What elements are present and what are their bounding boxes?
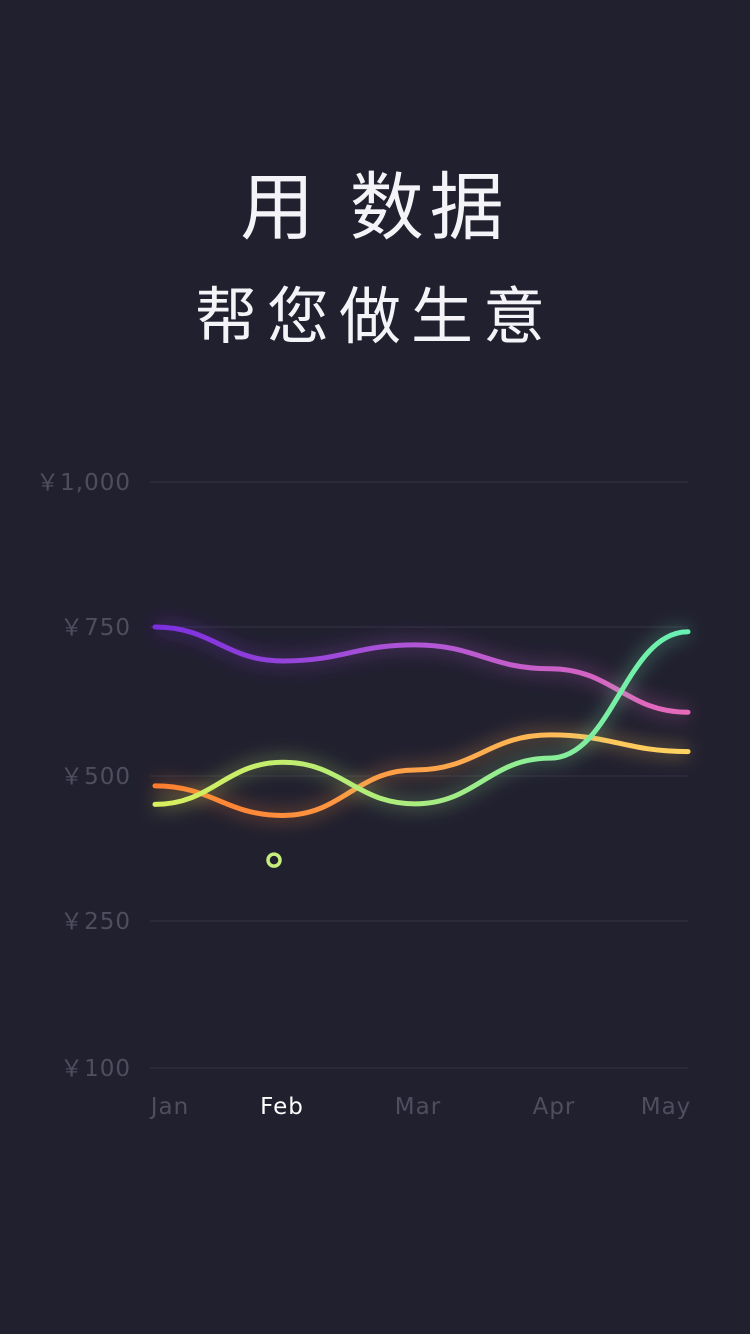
x-tick-label[interactable]: May <box>641 1094 692 1120</box>
series-line-glow <box>154 626 689 810</box>
x-tick-label[interactable]: Feb <box>260 1094 304 1120</box>
series-line-glow <box>154 622 689 718</box>
y-tick-label: ￥500 <box>60 764 131 790</box>
highlight-point-marker[interactable] <box>266 852 282 868</box>
highlight-marker-layer <box>266 852 282 868</box>
y-axis-labels: ￥1,000 ￥750 ￥500 ￥250 ￥100 <box>36 470 131 1082</box>
series-line[interactable] <box>152 624 691 715</box>
y-tick-label: ￥1,000 <box>36 470 131 496</box>
line-chart: ￥1,000 ￥750 ￥500 ￥250 ￥100 Jan Feb Mar Apr May <box>36 470 692 1120</box>
y-tick-label: ￥100 <box>60 1056 131 1082</box>
x-tick-label[interactable]: Mar <box>395 1094 441 1120</box>
y-tick-label: ￥250 <box>60 909 131 935</box>
x-tick-label[interactable]: Jan <box>149 1094 189 1120</box>
x-axis-labels: Jan Feb Mar Apr May <box>149 1094 692 1120</box>
x-tick-label[interactable]: Apr <box>533 1094 576 1120</box>
y-tick-label: ￥750 <box>60 615 131 641</box>
series-lines <box>152 622 691 821</box>
